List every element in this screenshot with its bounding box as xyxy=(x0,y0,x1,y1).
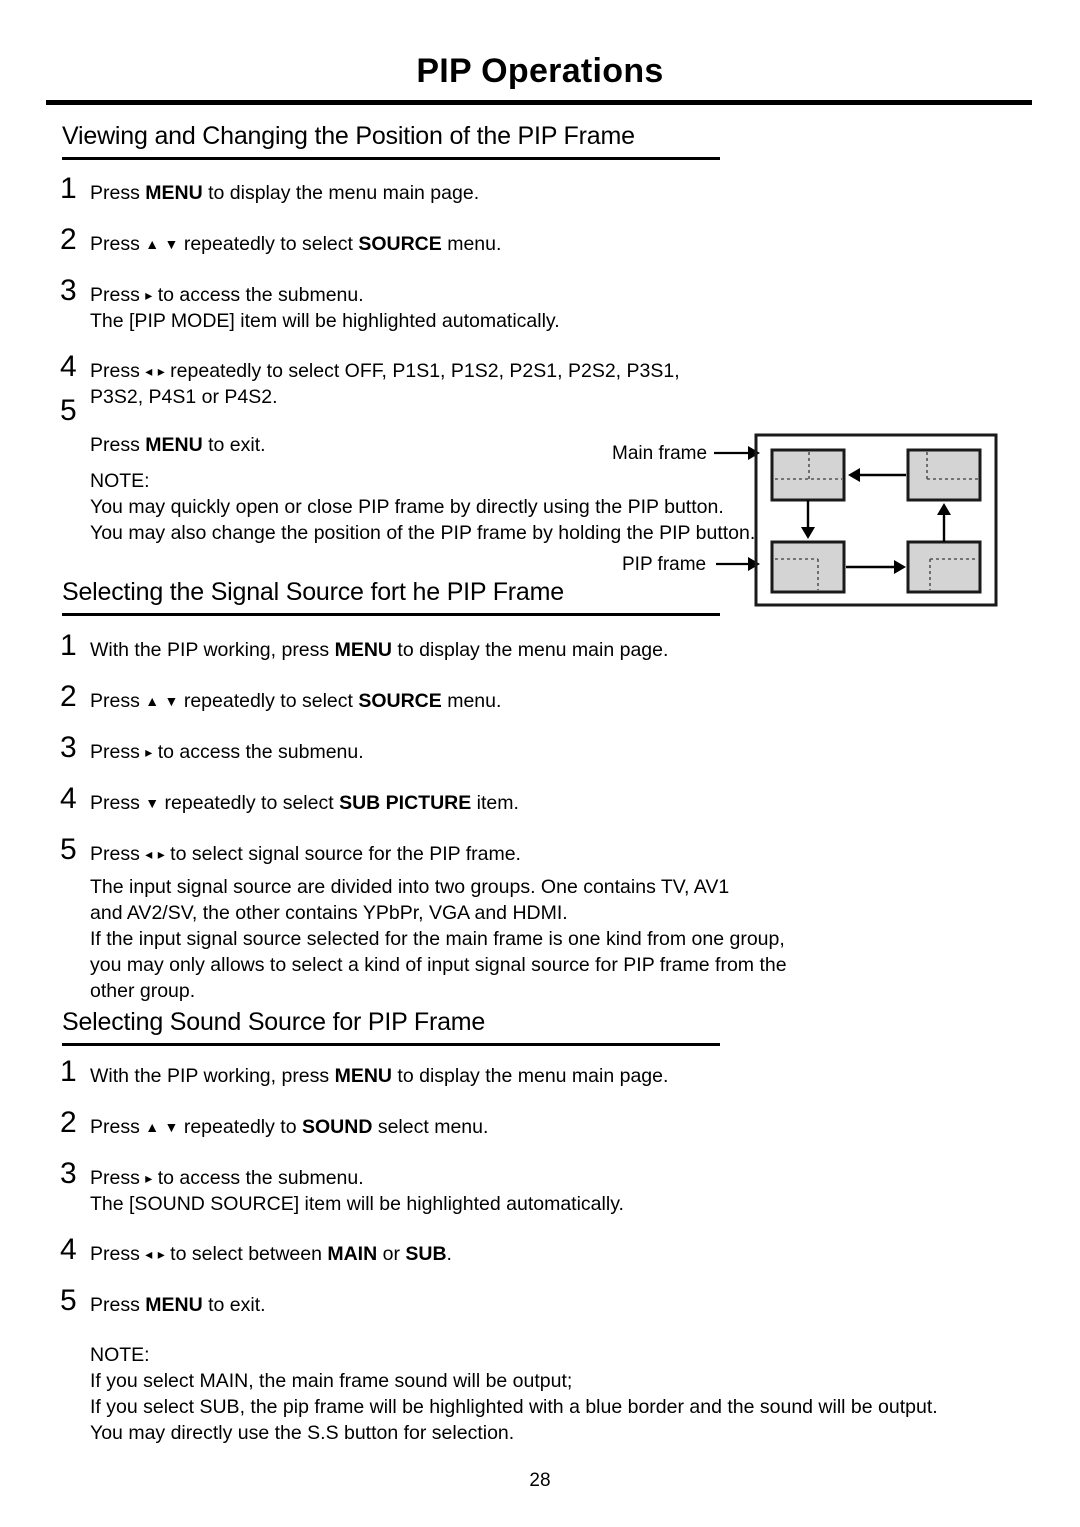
step-number: 3 xyxy=(60,731,77,764)
section-divider-2 xyxy=(62,613,720,616)
step-number: 4 xyxy=(60,782,77,815)
paragraph-line: The input signal source are divided into… xyxy=(90,876,730,898)
step-text: With the PIP working, press MENU to disp… xyxy=(90,639,669,661)
document-page: PIP Operations Viewing and Changing the … xyxy=(0,0,1080,1527)
step-number: 2 xyxy=(60,1106,77,1139)
step-item: 4 Press ◂ ▸ repeatedly to select OFF, P1… xyxy=(60,350,680,410)
paragraph-line: If the input signal source selected for … xyxy=(90,928,785,950)
step-item: 2 Press ▲ ▼ repeatedly to select SOURCE … xyxy=(60,680,502,714)
diagram-box-top-left xyxy=(770,448,846,502)
step-number: 1 xyxy=(60,629,77,662)
step-item: 2 Press ▲ ▼ repeatedly to select SOURCE … xyxy=(60,223,502,257)
diagram-flow-arrow-left xyxy=(848,468,906,482)
step-item: 5 Press MENU to exit. xyxy=(60,1284,266,1318)
step-text: Press MENU to exit. xyxy=(90,1294,266,1316)
step-number: 1 xyxy=(60,172,77,205)
step-text: Press ▲ ▼ repeatedly to SOUND select men… xyxy=(90,1116,489,1138)
section-3-note-label: NOTE: xyxy=(90,1344,150,1366)
step-number: 5 xyxy=(60,1284,77,1317)
step-text: Press ◂ ▸ to select between MAIN or SUB. xyxy=(90,1243,452,1265)
section-divider-3 xyxy=(62,1043,720,1046)
step-item: 1 With the PIP working, press MENU to di… xyxy=(60,1055,669,1089)
section-heading-1: Viewing and Changing the Position of the… xyxy=(62,122,635,150)
step-text: Press ▼ repeatedly to select SUB PICTURE… xyxy=(90,792,519,814)
step-item: 5 xyxy=(60,394,90,427)
step-item: 3 Press ▸ to access the submenu. The [PIP… xyxy=(60,274,560,334)
diagram-pip-frame-label: PIP frame xyxy=(622,554,706,575)
step-number: 5 xyxy=(60,833,77,866)
arrow-head-icon xyxy=(937,503,951,515)
step-text: Press ▸ to access the submenu. The [SOUND… xyxy=(90,1167,624,1215)
section-3-note-body: If you select MAIN, the main frame sound… xyxy=(90,1368,938,1446)
step-item: 4 Press ▼ repeatedly to select SUB PICTU… xyxy=(60,782,519,816)
step-text: Press ▸ to access the submenu. The [PIP M… xyxy=(90,284,560,332)
note-line: If you select MAIN, the main frame sound… xyxy=(90,1370,573,1392)
step-number: 2 xyxy=(60,680,77,713)
step-text: Press MENU to display the menu main page… xyxy=(90,182,480,204)
arrow-head-icon xyxy=(748,557,760,571)
step-item: 2 Press ▲ ▼ repeatedly to SOUND select m… xyxy=(60,1106,489,1140)
arrow-head-icon xyxy=(801,527,815,539)
diagram-flow-arrow-down xyxy=(801,500,815,539)
title-divider xyxy=(46,100,1032,105)
step-text: Press ▸ to access the submenu. xyxy=(90,741,364,763)
diagram-box-bottom-right xyxy=(906,540,982,594)
step-number: 3 xyxy=(60,274,77,307)
diagram-main-frame-label: Main frame xyxy=(612,443,707,464)
step-item: 4 Press ◂ ▸ to select between MAIN or SU… xyxy=(60,1233,452,1267)
page-title: PIP Operations xyxy=(416,52,664,90)
arrow-head-icon xyxy=(748,446,760,460)
step-item: 3 Press ▸ to access the submenu. The [SOU… xyxy=(60,1157,624,1217)
paragraph-line: and AV2/SV, the other contains YPbPr, VG… xyxy=(90,902,568,924)
step-number: 4 xyxy=(60,1233,77,1266)
step-number: 5 xyxy=(60,394,77,427)
step-number: 2 xyxy=(60,223,77,256)
step-text: Press ▲ ▼ repeatedly to select SOURCE me… xyxy=(90,690,502,712)
diagram-flow-arrow-up xyxy=(937,503,951,542)
diagram-box-bottom-left xyxy=(770,540,846,594)
step-item: 3 Press ▸ to access the submenu. xyxy=(60,731,364,765)
paragraph-line: you may only allows to select a kind of … xyxy=(90,954,787,976)
note-line: You may directly use the S.S button for … xyxy=(90,1422,515,1444)
pip-position-diagram: Main frame PIP frame xyxy=(612,432,1012,612)
page-number: 28 xyxy=(529,1470,551,1491)
step-text: Press ◂ ▸ to select signal source for th… xyxy=(90,843,521,865)
section-divider-1 xyxy=(62,157,720,160)
section-1-note-label: NOTE: xyxy=(90,470,150,492)
note-line: If you select SUB, the pip frame will be… xyxy=(90,1396,938,1418)
step-number: 4 xyxy=(60,350,77,383)
section-heading-2: Selecting the Signal Source fort he PIP … xyxy=(62,578,564,606)
step-text: With the PIP working, press MENU to disp… xyxy=(90,1065,669,1087)
section-2-paragraph: The input signal source are divided into… xyxy=(90,874,787,1004)
step-text: Press ◂ ▸ repeatedly to select OFF, P1S1… xyxy=(90,360,680,408)
section-heading-3: Selecting Sound Source for PIP Frame xyxy=(62,1008,486,1036)
step-text: Press ▲ ▼ repeatedly to select SOURCE me… xyxy=(90,233,502,255)
step-item: 1 With the PIP working, press MENU to di… xyxy=(60,629,669,663)
step-number: 1 xyxy=(60,1055,77,1088)
arrow-head-icon xyxy=(894,560,906,574)
arrow-head-icon xyxy=(848,468,860,482)
section-1-exit-text: Press MENU to exit. xyxy=(90,434,266,456)
paragraph-line: other group. xyxy=(90,980,196,1002)
diagram-box-top-right xyxy=(906,448,982,502)
step-item: 1 Press MENU to display the menu main pa… xyxy=(60,172,480,206)
step-number: 3 xyxy=(60,1157,77,1190)
step-item: 5 Press ◂ ▸ to select signal source for … xyxy=(60,833,521,867)
diagram-flow-arrow-right xyxy=(846,560,906,574)
